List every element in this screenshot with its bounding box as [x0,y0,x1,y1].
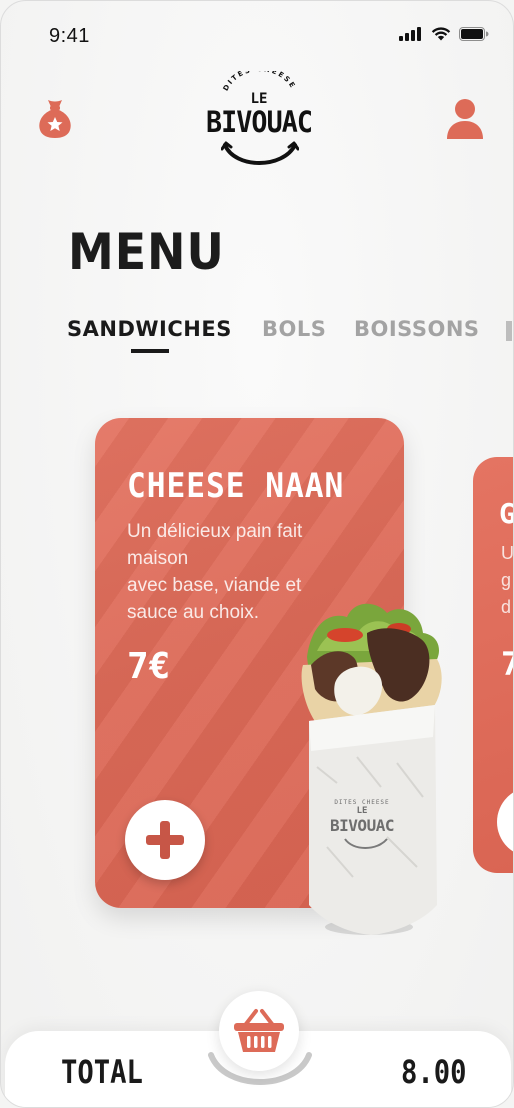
total-value: 8.00 [401,1053,467,1091]
user-icon [447,99,483,139]
tab-next-partial[interactable] [506,321,512,341]
description-line: Un délicieux pain fait [127,521,303,542]
total-label: TOTAL [61,1053,143,1091]
description-line: U [501,543,514,563]
product-price: 7€ [127,646,171,687]
signal-icon [399,27,421,41]
add-to-cart-button[interactable] [125,800,205,880]
wrap-brand-prefix: LE [356,806,368,816]
wrap-illustration [301,603,442,935]
add-to-cart-button[interactable] [497,787,513,857]
status-icons [399,27,489,41]
tab-bols[interactable]: BOLS [262,317,326,341]
status-time: 9:41 [49,25,90,47]
battery-icon [459,27,489,41]
plus-icon [146,821,184,859]
smile-icon [221,141,299,165]
svg-text:DITES CHEESE: DITES CHEESE [222,71,298,92]
brand-logo: DITES CHEESE LE BIVOUAC [197,71,321,175]
active-tab-indicator [131,349,169,353]
wifi-icon [431,27,451,41]
app-screen: 9:41 DITE EESE LE BIVOUAC MENU SANDWICHE… [0,0,514,1108]
product-name: G [499,497,513,530]
description-line: maison [127,548,189,569]
money-bag-icon [39,100,71,138]
rewards-button[interactable] [37,97,73,144]
product-card-next[interactable]: G U g d 7 [473,457,514,873]
product-price: 7 [501,645,513,683]
page-title: MENU [68,223,225,281]
cart-button[interactable] [219,991,299,1071]
wrap-brand-name: BIVOUAC [330,816,394,835]
description-line: g [501,570,512,590]
logo-name: BIVOUAC [205,105,313,139]
basket-icon [234,1009,284,1052]
description-line: d [501,597,512,617]
product-image: DITES CHEESE LE BIVOUAC [297,587,447,947]
wrap-brand: DITES CHEESE LE BIVOUAC [327,799,397,835]
profile-button[interactable] [447,97,483,144]
tab-boissons[interactable]: BOISSONS [354,317,480,341]
logo-tagline: DITES CHEESE [222,71,296,92]
product-name: CHEESE NAAN [127,466,345,506]
tab-sandwiches[interactable]: SANDWICHES [67,317,232,341]
wrap-brand-tagline: DITES CHEESE [334,799,390,806]
